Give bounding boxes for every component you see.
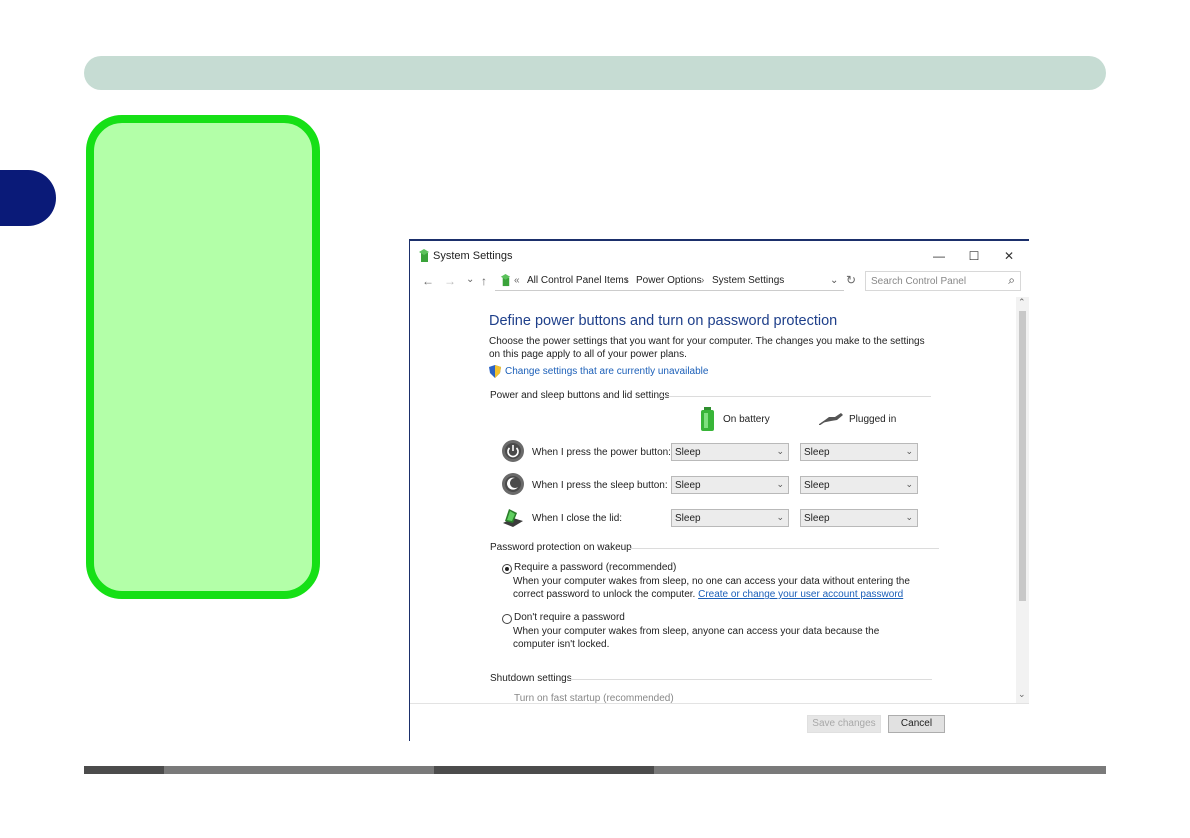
power-button-icon: [502, 440, 524, 462]
column-plugged-in: Plugged in: [849, 414, 897, 425]
close-lid-plugged-select[interactable]: Sleep ⌄: [800, 509, 918, 527]
close-button[interactable]: ✕: [992, 244, 1026, 268]
power-button-label: When I press the power button:: [532, 447, 671, 458]
select-value: Sleep: [675, 447, 701, 458]
minimize-button[interactable]: —: [922, 244, 956, 268]
fast-startup-checkbox-label[interactable]: Turn on fast startup (recommended): [514, 693, 674, 703]
power-button-plugged-select[interactable]: Sleep ⌄: [800, 443, 918, 461]
sidebar-note-box: [86, 115, 320, 599]
sleep-button-plugged-select[interactable]: Sleep ⌄: [800, 476, 918, 494]
vertical-scrollbar[interactable]: ⌃ ⌄: [1016, 297, 1029, 703]
require-password-description: When your computer wakes from sleep, no …: [513, 575, 923, 601]
address-bar: ← → ⌄ ↑ « All Control Panel Items › Powe…: [410, 271, 1029, 293]
system-settings-window: System Settings — ☐ ✕ ← → ⌄ ↑ « All Cont…: [409, 239, 1029, 741]
select-value: Sleep: [804, 513, 830, 524]
cancel-button[interactable]: Cancel: [888, 715, 945, 733]
no-password-description: When your computer wakes from sleep, any…: [513, 626, 880, 650]
breadcrumb-separator: ›: [701, 275, 705, 286]
breadcrumb-all-control-panel-items[interactable]: All Control Panel Items: [527, 275, 629, 286]
account-password-link[interactable]: Create or change your user account passw…: [698, 589, 903, 600]
scrollbar-thumb[interactable]: [1019, 311, 1026, 601]
select-value: Sleep: [675, 480, 701, 491]
select-value: Sleep: [804, 447, 830, 458]
back-arrow-icon[interactable]: ←: [422, 274, 434, 288]
scroll-down-icon[interactable]: ⌄: [1018, 689, 1026, 700]
save-changes-button[interactable]: Save changes: [807, 715, 881, 733]
battery-icon: [701, 407, 714, 431]
no-password-radio[interactable]: [502, 614, 512, 624]
title-bar: System Settings — ☐ ✕: [410, 241, 1029, 271]
section-divider: [629, 548, 939, 549]
dialog-footer: Save changes Cancel: [410, 703, 1029, 741]
address-field[interactable]: « All Control Panel Items › Power Option…: [495, 271, 844, 291]
section-title-shutdown: Shutdown settings: [490, 673, 572, 684]
search-box[interactable]: Search Control Panel ⌕: [865, 271, 1021, 291]
control-panel-icon: [500, 274, 511, 287]
breadcrumb-power-options[interactable]: Power Options: [636, 275, 702, 286]
section-divider: [570, 679, 932, 680]
page-header-bar: [84, 56, 1106, 90]
content-area: Define power buttons and turn on passwor…: [410, 293, 1016, 703]
require-password-radio[interactable]: [502, 564, 512, 574]
chevron-down-icon: ⌄: [776, 446, 784, 456]
chevron-down-icon: ⌄: [905, 479, 913, 489]
select-value: Sleep: [804, 480, 830, 491]
section-title-password: Password protection on wakeup: [490, 542, 632, 553]
sleep-button-battery-select[interactable]: Sleep ⌄: [671, 476, 789, 494]
window-title: System Settings: [433, 250, 513, 262]
chevron-down-icon: ⌄: [905, 446, 913, 456]
power-options-icon: [419, 249, 429, 262]
address-dropdown-icon[interactable]: ⌄: [830, 275, 838, 286]
require-password-label[interactable]: Require a password (recommended): [514, 562, 676, 573]
select-value: Sleep: [675, 513, 701, 524]
page-description: Choose the power settings that you want …: [489, 336, 925, 360]
breadcrumb-overflow[interactable]: «: [514, 275, 520, 286]
change-unavailable-settings-link[interactable]: Change settings that are currently unava…: [505, 366, 708, 377]
footer-rule-segment: [164, 766, 434, 774]
sleep-button-label: When I press the sleep button:: [532, 480, 668, 491]
scroll-up-icon[interactable]: ⌃: [1018, 297, 1026, 308]
refresh-icon[interactable]: ↻: [846, 273, 856, 287]
chapter-tab: [0, 170, 56, 226]
section-divider: [660, 396, 931, 397]
close-lid-label: When I close the lid:: [532, 513, 623, 524]
footer-rule: [84, 766, 1106, 774]
footer-rule-segment: [654, 766, 1106, 774]
chevron-down-icon: ⌄: [776, 479, 784, 489]
uac-shield-icon: [489, 365, 501, 378]
chevron-down-icon: ⌄: [776, 512, 784, 522]
no-password-label[interactable]: Don't require a password: [514, 612, 625, 623]
page-title: Define power buttons and turn on passwor…: [489, 313, 838, 329]
chevron-down-icon: ⌄: [905, 512, 913, 522]
search-input[interactable]: Search Control Panel: [871, 276, 966, 287]
up-arrow-icon[interactable]: ↑: [481, 274, 487, 288]
recent-locations-icon[interactable]: ⌄: [466, 274, 474, 285]
laptop-lid-icon: [503, 509, 523, 527]
maximize-button[interactable]: ☐: [957, 244, 991, 268]
search-icon[interactable]: ⌕: [1008, 273, 1015, 288]
sleep-button-icon: [502, 473, 524, 495]
breadcrumb-separator: ›: [625, 275, 629, 286]
breadcrumb-system-settings[interactable]: System Settings: [712, 275, 784, 286]
power-button-battery-select[interactable]: Sleep ⌄: [671, 443, 789, 461]
power-plug-icon: [819, 413, 843, 425]
section-title-power-buttons: Power and sleep buttons and lid settings: [490, 390, 670, 401]
close-lid-battery-select[interactable]: Sleep ⌄: [671, 509, 789, 527]
forward-arrow-icon[interactable]: →: [444, 274, 456, 288]
column-on-battery: On battery: [723, 414, 770, 425]
